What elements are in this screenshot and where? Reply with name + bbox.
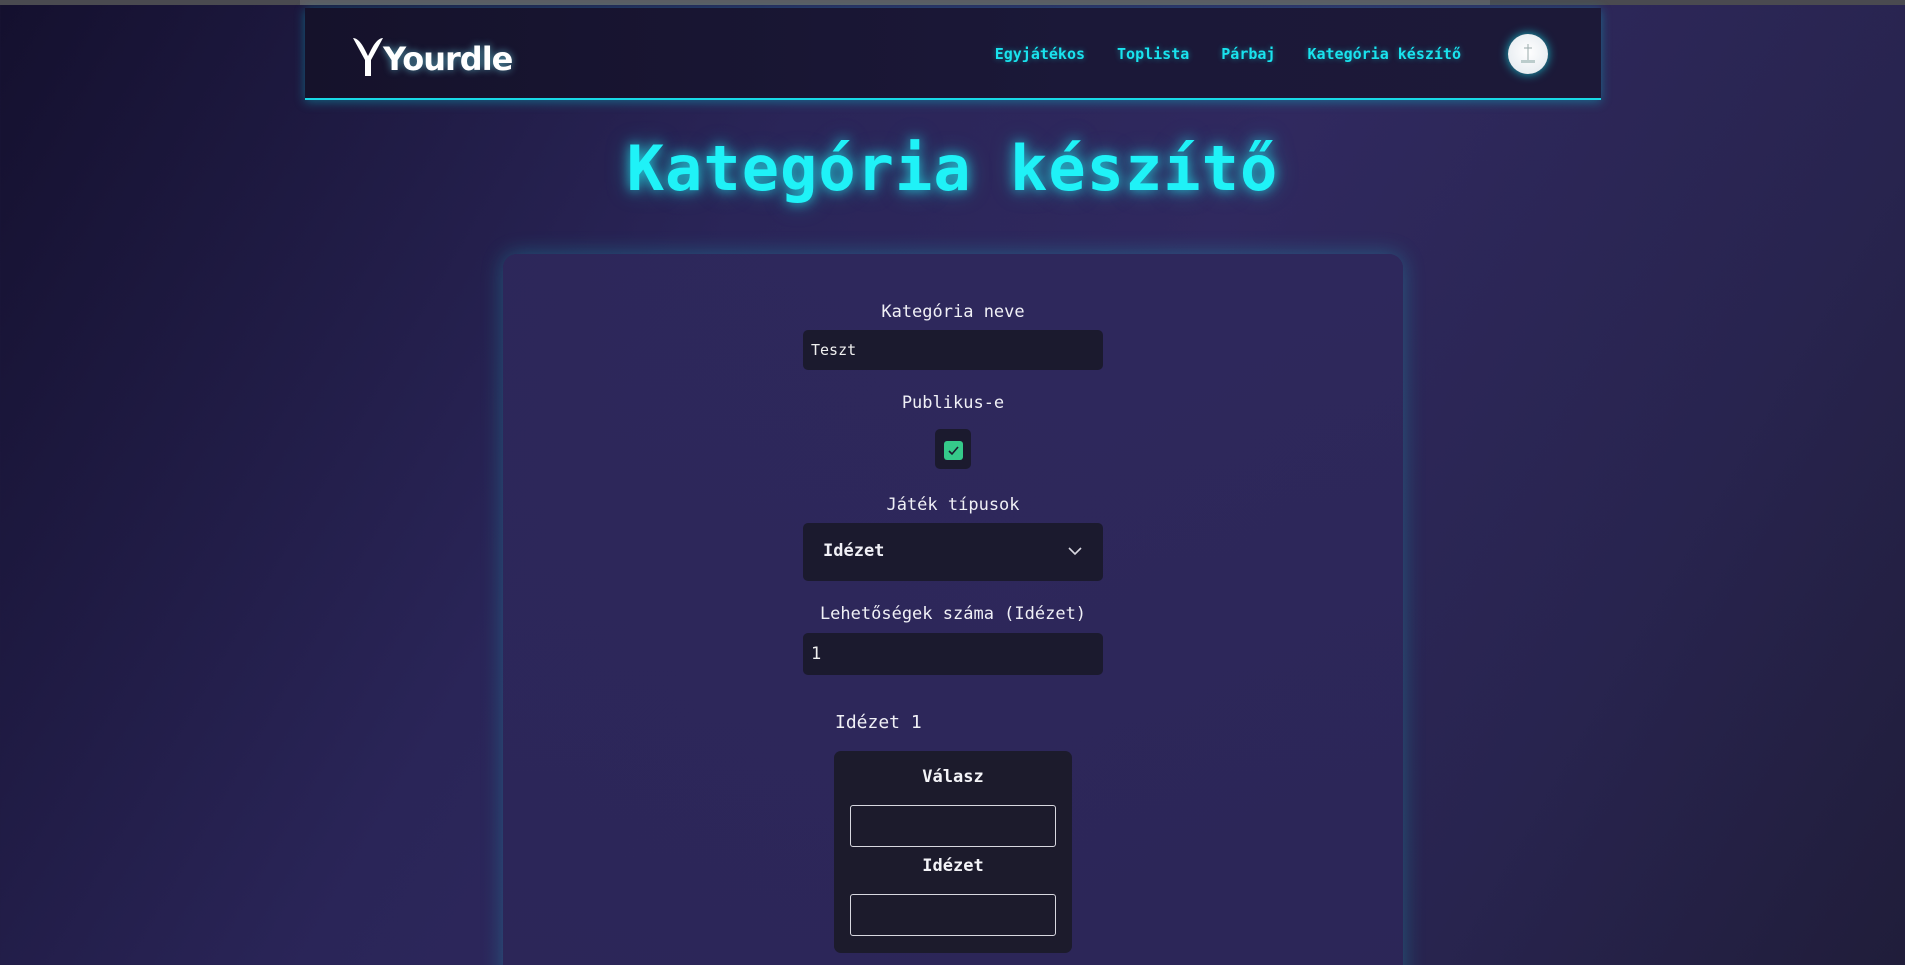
- nav-link-parbaj[interactable]: Párbaj: [1221, 45, 1275, 63]
- quote-title: Idézet 1: [835, 712, 922, 733]
- quote-text-label: Idézet: [922, 856, 984, 876]
- avatar[interactable]: [1508, 34, 1548, 74]
- quote-text-input[interactable]: [850, 894, 1056, 936]
- answer-label: Válasz: [922, 767, 984, 787]
- check-icon: [948, 446, 959, 456]
- scrollbar-thumb[interactable]: [300, 0, 1490, 5]
- public-checkbox[interactable]: [935, 429, 971, 469]
- browser-scrollbar[interactable]: [0, 0, 1905, 5]
- game-types-label: Játék típusok: [886, 495, 1020, 515]
- avatar-image: [1521, 44, 1535, 63]
- nav-links: Egyjátékos Toplista Párbaj Kategória kés…: [995, 45, 1461, 63]
- nav-link-toplista[interactable]: Toplista: [1117, 45, 1189, 63]
- navbar: Yourdle Egyjátékos Toplista Párbaj Kateg…: [305, 8, 1601, 100]
- public-label: Publikus-e: [901, 393, 1005, 413]
- nav-link-egyjatekos[interactable]: Egyjátékos: [995, 45, 1085, 63]
- options-count-label: Lehetőségek száma (Idézet): [819, 604, 1087, 624]
- game-type-selected-value: Idézet: [823, 541, 885, 561]
- quote-entry-box: Válasz Idézet: [834, 751, 1072, 953]
- page-title: Kategória készítő: [626, 132, 1279, 205]
- logo-text: Yourdle: [383, 40, 513, 78]
- answer-input[interactable]: [850, 805, 1056, 847]
- nav-link-kategoria-keszito[interactable]: Kategória készítő: [1307, 45, 1461, 63]
- logo[interactable]: Yourdle: [351, 32, 513, 78]
- public-checkbox-box[interactable]: [944, 441, 963, 460]
- chevron-down-icon: [1068, 547, 1082, 556]
- category-name-input[interactable]: [803, 330, 1103, 370]
- options-count-input[interactable]: [803, 633, 1103, 675]
- game-type-select[interactable]: Idézet: [803, 523, 1103, 581]
- category-name-label: Kategória neve: [881, 302, 1025, 322]
- logo-y-icon: [353, 38, 383, 76]
- category-form-card: Kategória neve Publikus-e Játék típusok …: [503, 254, 1403, 965]
